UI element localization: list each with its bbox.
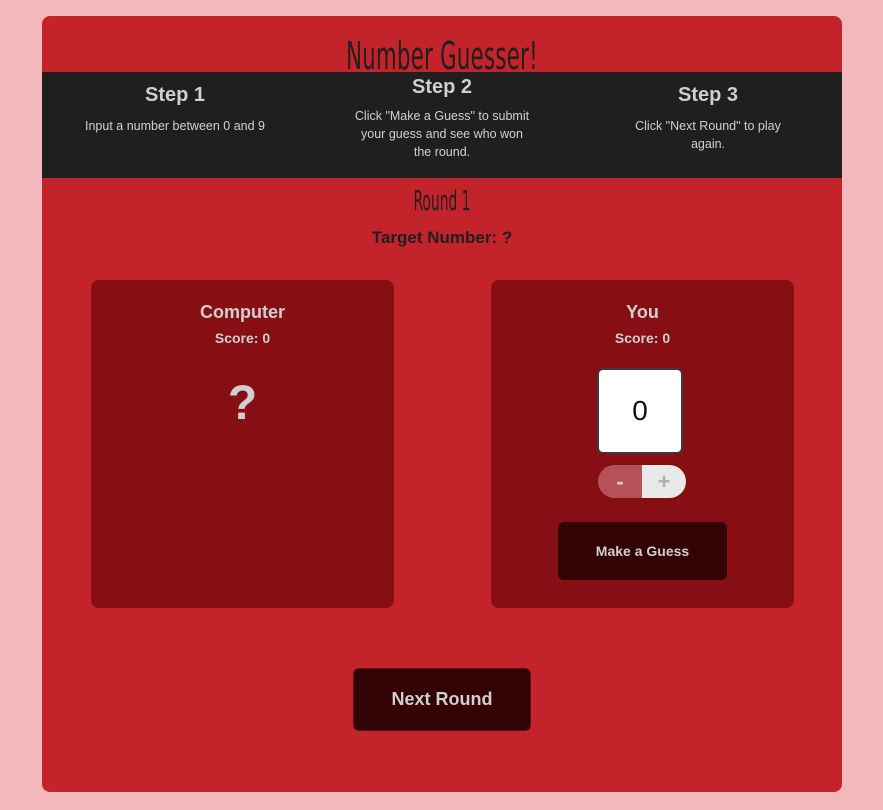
make-guess-button[interactable]: Make a Guess: [558, 522, 727, 580]
round-label: Round 1: [413, 184, 471, 217]
step-2-heading: Step 2: [411, 76, 473, 98]
step-2: Step 2 Click "Make a Guess" to submit yo…: [352, 76, 532, 161]
increment-button[interactable]: +: [642, 465, 686, 498]
step-3-heading: Step 3: [677, 84, 739, 106]
next-round-button[interactable]: Next Round: [353, 668, 531, 731]
computer-panel: Computer Score: 0 ?: [91, 280, 394, 608]
target-number: Target Number: ?: [371, 228, 513, 247]
computer-score: Score: 0: [214, 330, 271, 346]
guess-input[interactable]: 0: [597, 368, 683, 454]
step-2-text: Click "Make a Guess" to submit your gues…: [354, 109, 530, 159]
step-1: Step 1 Input a number between 0 and 9: [85, 84, 265, 135]
decrement-button[interactable]: -: [598, 465, 642, 498]
step-3: Step 3 Click "Next Round" to play again.: [618, 84, 798, 153]
step-3-text: Click "Next Round" to play again.: [635, 119, 781, 151]
player-panel: You Score: 0 0 - + Make a Guess: [491, 280, 794, 608]
step-1-heading: Step 1: [144, 84, 206, 106]
player-name: You: [626, 302, 659, 322]
player-score: Score: 0: [614, 330, 671, 346]
step-1-text: Input a number between 0 and 9: [85, 119, 265, 133]
instructions-bar: Step 1 Input a number between 0 and 9 St…: [42, 72, 842, 178]
computer-name: Computer: [200, 302, 285, 322]
guess-stepper: - +: [598, 465, 686, 498]
game-container: Number Guesser! Step 1 Input a number be…: [42, 16, 842, 792]
computer-guess: ?: [227, 377, 258, 430]
